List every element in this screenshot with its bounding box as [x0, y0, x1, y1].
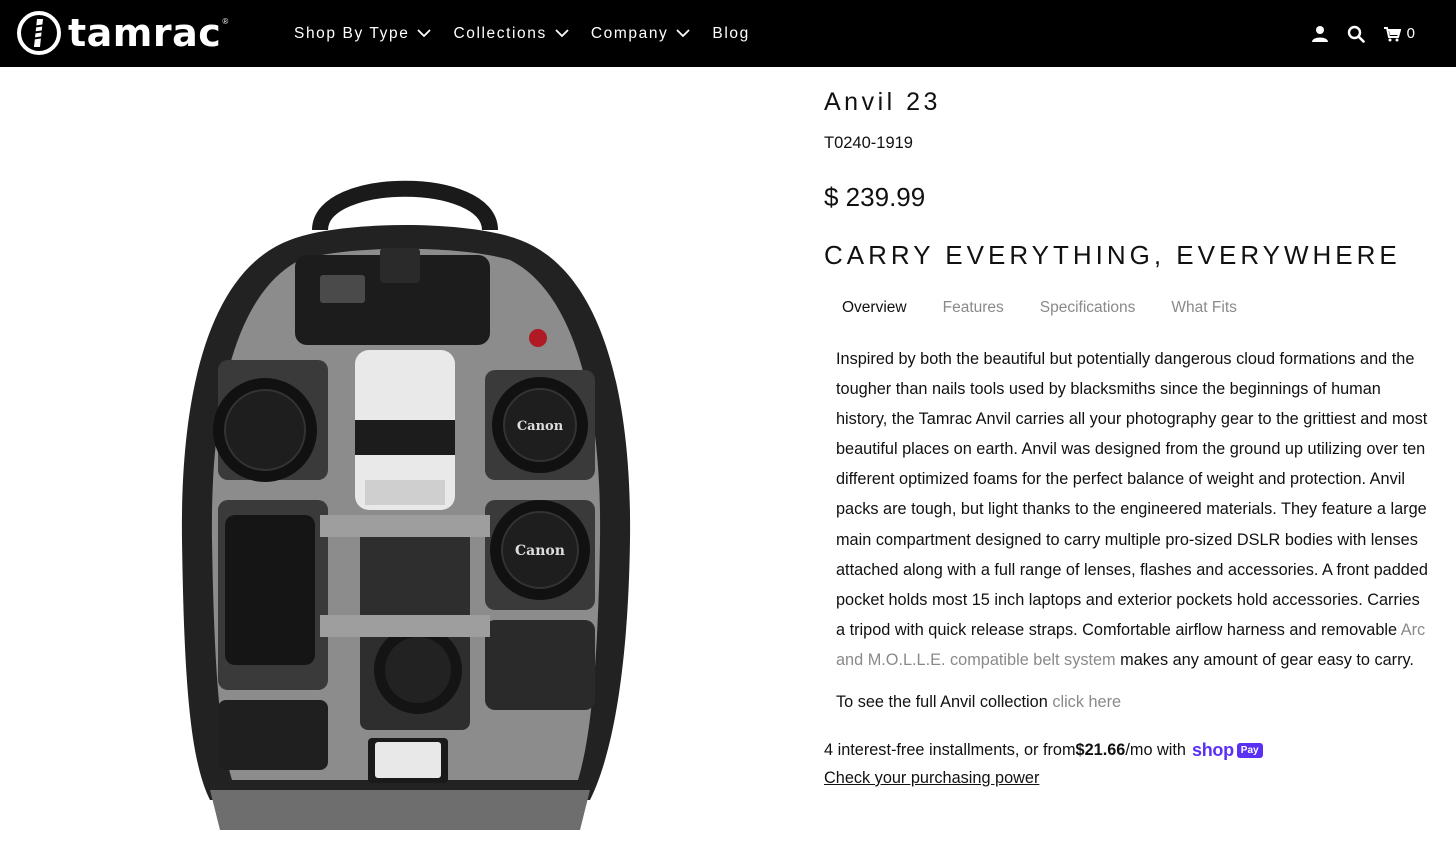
installments-suffix: /mo with [1125, 740, 1186, 759]
chevron-down-icon [555, 29, 569, 38]
account-icon[interactable] [1311, 25, 1329, 43]
lens-brand-label: Canon [515, 543, 565, 559]
nav-label: Company [590, 24, 669, 42]
product-image-backpack[interactable]: Canon Canon [170, 160, 640, 840]
description-text-end: makes any amount of gear easy to carry. [1115, 650, 1414, 669]
nav-label: Collections [453, 24, 547, 42]
cart-icon [1383, 26, 1401, 41]
chevron-down-icon [676, 29, 691, 38]
tamrac-logo-icon [17, 11, 61, 55]
shop-pay-badge: Pay [1236, 742, 1263, 758]
lens-brand-label: Canon [517, 419, 564, 434]
collection-click-here-link[interactable]: click here [1052, 693, 1121, 711]
nav-label: Blog [712, 24, 750, 42]
nav-company[interactable]: Company [591, 25, 691, 43]
product-tabs: Overview Features Specifications What Fi… [824, 295, 1434, 321]
product-price: $ 239.99 [824, 182, 926, 212]
nav-label: Shop By Type [294, 24, 410, 42]
nav-shop-by-type[interactable]: Shop By Type [294, 24, 432, 43]
registered-mark: ® [222, 16, 229, 26]
nav-collections[interactable]: Collections [453, 24, 569, 43]
tab-specifications[interactable]: Specifications [1040, 299, 1136, 317]
header-actions: 0 [1293, 0, 1416, 67]
product-info: Anvil 23 T0240-1919 $ 239.99 CARRY EVERY… [824, 67, 1434, 788]
tab-overview[interactable]: Overview [842, 299, 907, 317]
product-title: Anvil 23 [824, 88, 941, 116]
shop-pay-logo: shop [1191, 739, 1234, 760]
shop-pay-installments: 4 interest-free installments, or from $2… [824, 739, 1434, 761]
nav-blog[interactable]: Blog [712, 25, 749, 43]
cart-button[interactable]: 0 [1383, 25, 1416, 43]
tab-features[interactable]: Features [943, 299, 1004, 317]
description-text: Inspired by both the beautiful but poten… [836, 350, 1428, 639]
cart-count: 0 [1406, 25, 1416, 42]
top-navigation-bar: tamrac ® Shop By Type Collections Compan… [0, 0, 1456, 67]
tab-what-fits[interactable]: What Fits [1171, 299, 1236, 317]
main-nav: Shop By Type Collections Company Blog [294, 0, 772, 67]
installments-prefix: 4 interest-free installments, or from [824, 740, 1076, 759]
product-description: Inspired by both the beautiful but poten… [824, 344, 1429, 675]
search-icon[interactable] [1347, 25, 1365, 43]
collection-text: To see the full Anvil collection [836, 693, 1053, 712]
installment-amount: $21.66 [1075, 740, 1126, 759]
product-tagline: CARRY EVERYTHING, EVERYWHERE [824, 240, 1401, 270]
check-purchasing-power-link[interactable]: Check your purchasing power [824, 769, 1039, 788]
product-sku: T0240-1919 [824, 134, 913, 152]
tamrac-logo[interactable]: tamrac ® [16, 10, 228, 56]
chevron-down-icon [417, 29, 432, 38]
collection-line: To see the full Anvil collection click h… [824, 693, 1434, 715]
logo-wordmark: tamrac [68, 11, 222, 55]
